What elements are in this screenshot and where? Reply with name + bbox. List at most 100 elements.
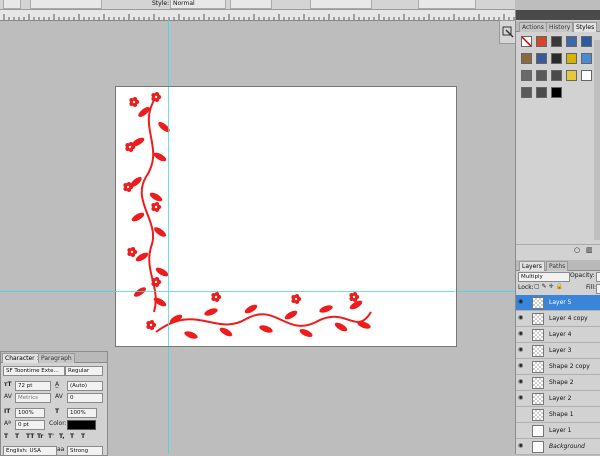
character-panel-tabs: Character × Paragraph — [1, 352, 107, 363]
tab-paths[interactable]: Paths — [546, 261, 569, 271]
type-style-button[interactable]: T' — [48, 433, 54, 441]
horizontal-scale-field[interactable]: 100% — [67, 408, 97, 418]
layer-row[interactable]: ◉ Background — [516, 439, 600, 455]
text-color-swatch[interactable] — [67, 420, 96, 430]
styles-footer: ○ ▥ — [516, 244, 600, 255]
tracking-field[interactable]: 0 — [67, 393, 103, 403]
style-swatch[interactable] — [536, 87, 547, 98]
layer-row[interactable]: ◉ Layer 4 — [516, 327, 600, 343]
tab-styles[interactable]: Styles — [573, 22, 598, 32]
leading-field[interactable]: (Auto) — [67, 381, 103, 391]
layer-thumbnail — [532, 345, 544, 357]
tool-presets-icon[interactable] — [500, 21, 516, 43]
new-style-icon[interactable]: ○ — [574, 246, 580, 254]
language-select[interactable]: English: USA — [3, 446, 57, 456]
hidden-eye-slot[interactable] — [518, 411, 524, 416]
layer-thumbnail — [532, 409, 544, 421]
style-swatch[interactable] — [521, 87, 532, 98]
blend-mode-select[interactable]: Multiply — [518, 272, 570, 282]
eye-icon[interactable]: ◉ — [518, 395, 524, 401]
eye-icon[interactable]: ◉ — [518, 315, 524, 321]
style-swatch[interactable] — [536, 70, 547, 81]
style-select[interactable]: Normal — [170, 0, 226, 9]
layer-row[interactable]: Shape 1 — [516, 407, 600, 423]
leaf — [259, 325, 273, 333]
styles-scrollbar[interactable] — [594, 40, 600, 240]
eye-icon[interactable]: ◉ — [518, 379, 524, 385]
eye-icon[interactable]: ◉ — [518, 299, 524, 305]
style-swatch[interactable] — [536, 36, 547, 47]
layer-name: Shape 2 — [549, 379, 574, 386]
type-style-button[interactable]: T — [15, 433, 19, 441]
layer-name: Background — [549, 443, 585, 450]
style-value: Normal — [173, 0, 195, 7]
tab-layers[interactable]: Layers — [519, 261, 545, 271]
type-style-button[interactable]: Tr — [37, 433, 43, 441]
layer-row[interactable]: ◉ Shape 2 — [516, 375, 600, 391]
trash-icon[interactable]: ▥ — [586, 246, 593, 254]
lock-icons[interactable]: ▢✎✛🔒 — [534, 283, 565, 290]
layer-row[interactable]: ◉ Layer 2 — [516, 391, 600, 407]
hidden-eye-slot[interactable] — [518, 427, 524, 432]
layer-row[interactable]: ◉ Shape 2 copy — [516, 359, 600, 375]
style-swatch[interactable] — [536, 53, 547, 64]
type-style-button[interactable]: T — [4, 433, 8, 441]
style-swatch[interactable] — [566, 53, 577, 64]
layer-row[interactable]: ◉ Layer 4 copy — [516, 311, 600, 327]
style-swatch[interactable] — [581, 70, 592, 81]
font-style-select[interactable]: Regular — [65, 366, 103, 376]
style-swatch[interactable] — [566, 36, 577, 47]
type-style-button[interactable]: T — [81, 433, 85, 441]
fill-field[interactable] — [596, 284, 600, 294]
flower-petal — [154, 276, 160, 282]
options-bar: Style: Normal — [0, 0, 515, 10]
opacity-label: Opacity: — [570, 272, 595, 279]
style-swatch[interactable] — [521, 36, 532, 47]
document-canvas[interactable] — [115, 86, 457, 347]
style-swatch[interactable] — [551, 87, 562, 98]
leaf — [244, 304, 258, 314]
baseline-shift-field[interactable]: 0 pt — [15, 420, 45, 430]
vertical-scale-field[interactable]: 100% — [15, 408, 45, 418]
tab-paragraph[interactable]: Paragraph — [38, 353, 75, 363]
style-swatch[interactable] — [551, 36, 562, 47]
antialias-select[interactable]: Strong — [67, 446, 103, 456]
leaf — [299, 328, 313, 338]
width-field[interactable] — [230, 0, 272, 9]
style-swatch[interactable] — [521, 70, 532, 81]
horizontal-ruler — [0, 10, 515, 21]
type-style-button[interactable]: T, — [59, 433, 65, 441]
style-swatch[interactable] — [581, 36, 592, 47]
tracking-value: 0 — [70, 395, 74, 401]
font-family-select[interactable]: SF Toontime Exte... — [3, 366, 65, 376]
layer-row[interactable]: Layer 1 — [516, 423, 600, 439]
feather-field[interactable] — [30, 0, 102, 9]
type-style-button[interactable]: T — [70, 433, 74, 441]
font-size-field[interactable]: 72 pt — [15, 381, 51, 391]
flower-center — [132, 100, 136, 104]
tab-actions[interactable]: Actions — [519, 22, 547, 32]
eye-icon[interactable]: ◉ — [518, 363, 524, 369]
dock-header-bar[interactable] — [516, 10, 600, 20]
type-style-button[interactable]: TT — [26, 433, 34, 441]
refine-edge-button[interactable] — [310, 0, 372, 9]
style-swatch[interactable] — [521, 53, 532, 64]
style-swatch[interactable] — [566, 70, 577, 81]
tab-history[interactable]: History — [546, 22, 574, 32]
eye-icon[interactable]: ◉ — [518, 331, 524, 337]
workspace-button[interactable] — [418, 0, 476, 9]
flower-petal — [154, 201, 160, 207]
eye-icon[interactable]: ◉ — [518, 443, 524, 449]
style-swatch[interactable] — [581, 53, 592, 64]
style-swatch[interactable] — [551, 70, 562, 81]
layer-row[interactable]: ◉ Layer 5 — [516, 295, 600, 311]
style-swatch[interactable] — [551, 53, 562, 64]
leaf — [153, 152, 167, 162]
eye-icon[interactable]: ◉ — [518, 347, 524, 353]
kerning-field[interactable]: Metrics — [15, 393, 51, 403]
floral-ornament — [123, 91, 372, 339]
layer-row[interactable]: ◉ Layer 3 — [516, 343, 600, 359]
tool-preset-button[interactable] — [3, 0, 21, 9]
flower-petal — [352, 291, 358, 297]
opacity-field[interactable] — [596, 272, 600, 282]
